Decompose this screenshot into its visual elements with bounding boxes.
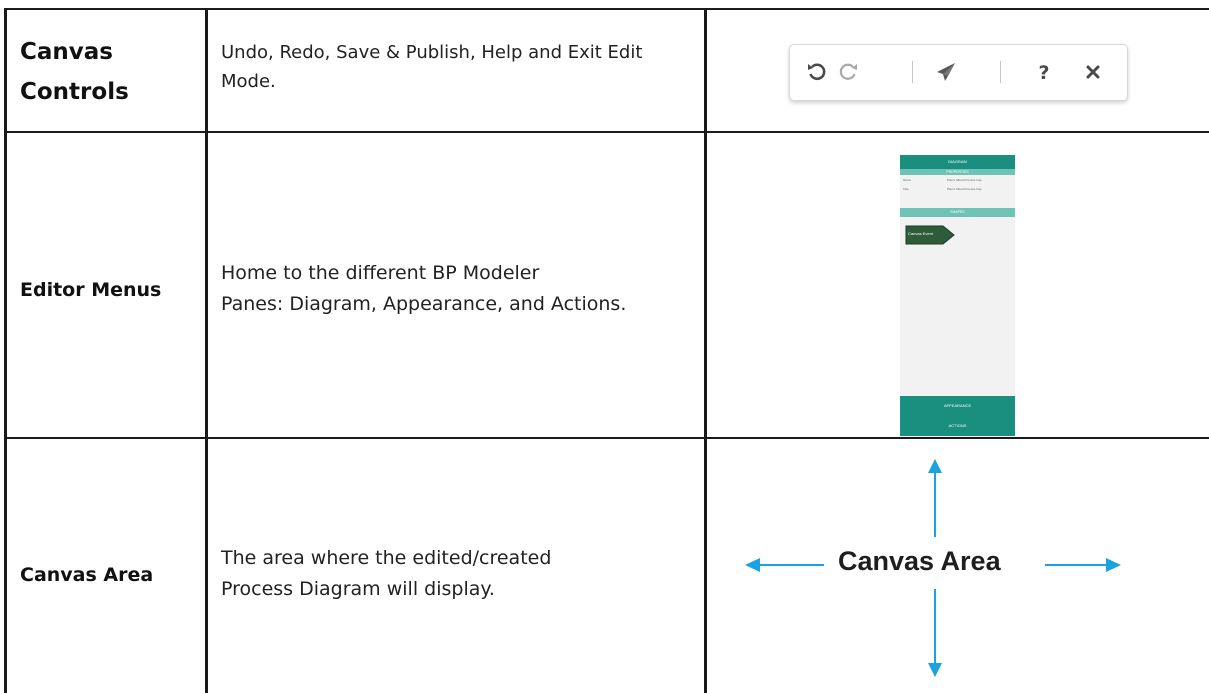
undo-icon[interactable] — [804, 59, 830, 85]
row-divider — [4, 131, 1209, 133]
feature-label: Editor Menus — [20, 279, 162, 301]
description-text: Home to the different BP Modeler — [221, 262, 540, 284]
column-divider — [704, 8, 707, 693]
description-text: Undo, Redo, Save & Publish, Help and Exi… — [221, 42, 643, 92]
feature-description: Undo, Redo, Save & Publish, Help and Exi… — [221, 38, 701, 96]
feature-name: Editor Menus — [20, 270, 200, 310]
prop-value: Plan's Afford Process Cap — [947, 187, 982, 191]
table-top-border — [4, 8, 1209, 10]
close-icon[interactable] — [1080, 59, 1106, 85]
prop-label: Name — [903, 178, 912, 182]
description-text: Process Diagram will display. — [221, 578, 495, 600]
toolbar-separator — [912, 61, 913, 83]
canvas-controls-toolbar: ? — [789, 44, 1128, 101]
column-divider — [205, 8, 208, 693]
editor-menus-thumbnail: DIAGRAM PROPERTIES Name Plan's Afford Pr… — [900, 155, 1015, 436]
panel-footer-actions: ACTIONS — [900, 416, 1015, 436]
panel-section-properties: PROPERTIES — [900, 169, 1015, 175]
feature-label: Canvas Area — [20, 564, 154, 586]
description-text: The area where the edited/created — [221, 547, 552, 569]
feature-description: The area where the edited/created Proces… — [221, 543, 701, 605]
arrow-down-head — [928, 663, 942, 677]
feature-label: Canvas Controls — [20, 39, 129, 105]
arrow-left-head — [745, 558, 760, 572]
svg-text:?: ? — [1038, 62, 1049, 84]
help-icon[interactable]: ? — [1031, 59, 1057, 85]
panel-footer-appearance: APPEARANCE — [900, 396, 1015, 416]
feature-table: Canvas Controls Undo, Redo, Save & Publi… — [0, 0, 1209, 693]
arrow-right-head — [1106, 558, 1121, 572]
arrow-up-head — [928, 459, 942, 473]
feature-name: Canvas Controls — [20, 20, 200, 124]
feature-name: Canvas Area — [20, 555, 200, 595]
panel-header: DIAGRAM — [900, 155, 1015, 169]
table-left-border — [4, 8, 7, 693]
toolbar-separator — [1000, 61, 1001, 83]
prop-value: Plan's Afford Process Cap — [947, 178, 982, 182]
row-divider — [4, 437, 1209, 439]
shape-item-label: Canvas Event — [908, 231, 933, 236]
panel-section-shapes: SHAPES — [900, 208, 1015, 217]
feature-description: Home to the different BP Modeler Panes: … — [221, 258, 701, 320]
prop-label: Title — [903, 187, 909, 191]
canvas-area-label: Canvas Area — [838, 546, 1001, 576]
panel-prop-row: Name Plan's Afford Process Cap — [903, 178, 1015, 182]
description-text: Panes: Diagram, Appearance, and Actions. — [221, 293, 627, 315]
panel-prop-row: Title Plan's Afford Process Cap — [903, 187, 1015, 191]
publish-icon[interactable] — [933, 59, 959, 85]
redo-icon[interactable] — [835, 59, 861, 85]
